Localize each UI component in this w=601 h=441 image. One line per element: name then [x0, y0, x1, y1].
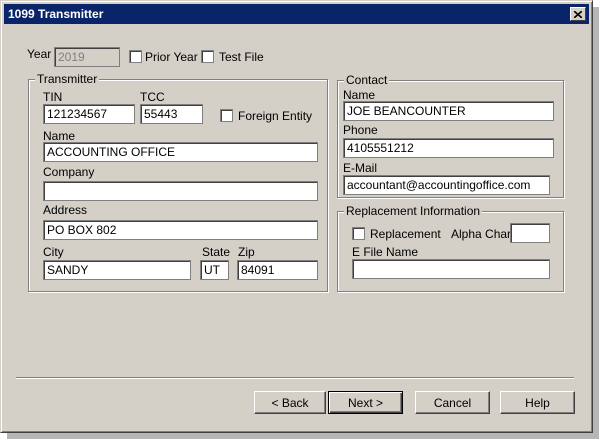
email-input[interactable]: accountant@accountingoffice.com	[343, 175, 550, 195]
next-button[interactable]: Next >	[328, 391, 403, 414]
efile-name-input[interactable]	[352, 259, 550, 279]
dialog-window: 1099 Transmitter Year 2019 Prior Year Te…	[0, 0, 593, 433]
transmitter-name-input[interactable]: ACCOUNTING OFFICE	[43, 142, 318, 162]
cancel-button[interactable]: Cancel	[415, 391, 490, 414]
foreign-entity-checkbox[interactable]	[220, 109, 233, 122]
foreign-entity-label: Foreign Entity	[238, 109, 313, 123]
year-label: Year	[27, 47, 52, 61]
alpha-char-label: Alpha Char	[451, 227, 512, 241]
state-input[interactable]: UT	[200, 260, 229, 280]
prior-year-label: Prior Year	[145, 50, 198, 64]
prior-year-checkbox[interactable]	[129, 50, 142, 63]
test-file-label: Test File	[219, 50, 264, 64]
city-input[interactable]: SANDY	[43, 260, 191, 280]
email-label: E-Mail	[343, 161, 378, 175]
state-label: State	[202, 245, 231, 259]
contact-name-input[interactable]: JOE BEANCOUNTER	[343, 101, 554, 121]
replacement-checkbox[interactable]	[352, 227, 365, 240]
tin-input[interactable]: 121234567	[43, 104, 135, 124]
tcc-input[interactable]: 55443	[140, 104, 203, 124]
transmitter-group-title: Transmitter	[35, 72, 100, 86]
button-separator	[16, 377, 574, 379]
help-button[interactable]: Help	[500, 391, 575, 414]
close-icon	[574, 10, 582, 18]
year-input[interactable]: 2019	[54, 47, 120, 67]
tcc-label: TCC	[140, 90, 165, 104]
zip-label: Zip	[238, 245, 255, 259]
company-input[interactable]	[43, 181, 318, 201]
test-file-checkbox[interactable]	[201, 50, 214, 63]
alpha-char-input[interactable]	[510, 223, 550, 243]
contact-group-title: Contact	[344, 73, 390, 87]
contact-name-label: Name	[343, 88, 376, 102]
title-bar: 1099 Transmitter	[4, 4, 589, 24]
back-button[interactable]: < Back	[254, 391, 326, 414]
tin-label: TIN	[43, 90, 63, 104]
efile-name-label: E File Name	[352, 245, 419, 259]
close-button[interactable]	[570, 7, 586, 21]
phone-input[interactable]: 4105551212	[343, 138, 554, 158]
address-label: Address	[43, 203, 88, 217]
window-title: 1099 Transmitter	[8, 7, 104, 21]
replacement-label: Replacement	[370, 227, 441, 241]
address-input[interactable]: PO BOX 802	[43, 220, 318, 240]
company-label: Company	[43, 165, 95, 179]
zip-input[interactable]: 84091	[237, 260, 318, 280]
replacement-group-title: Replacement Information	[344, 204, 483, 218]
phone-label: Phone	[343, 123, 378, 137]
city-label: City	[43, 245, 64, 259]
transmitter-name-label: Name	[43, 129, 76, 143]
